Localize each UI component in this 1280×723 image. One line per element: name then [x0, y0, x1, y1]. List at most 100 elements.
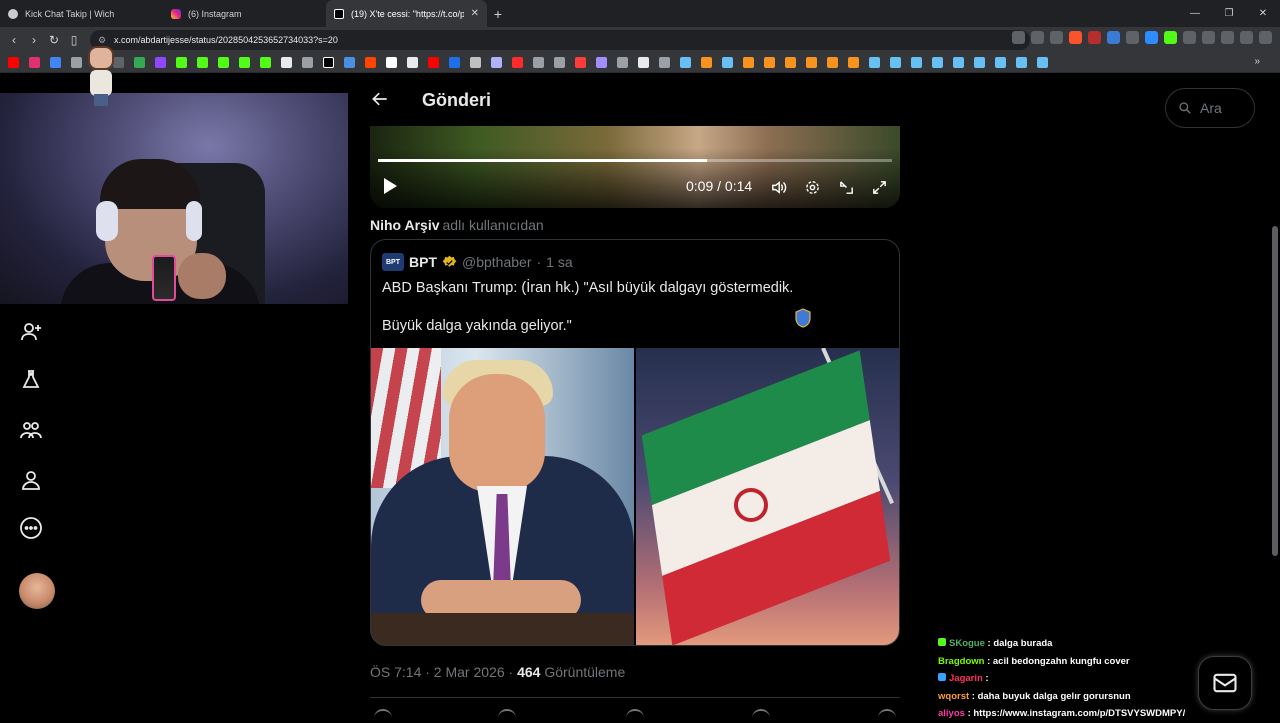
tab-x-post[interactable]: (19) X'te cessi: "https://t.co/pNh ✕ [326, 0, 487, 27]
instagram-icon[interactable] [29, 57, 40, 68]
media-icon[interactable] [1221, 31, 1234, 44]
site-settings-icon[interactable]: ⚙ [98, 35, 108, 46]
more-options-icon[interactable] [18, 515, 44, 541]
bookmark-icon[interactable] [806, 57, 817, 68]
post-timestamp[interactable]: ÖS 7:14 · 2 Mar 2026 · [370, 664, 513, 680]
kick-icon[interactable] [218, 57, 229, 68]
bookmark-icon[interactable] [743, 57, 754, 68]
drive-icon[interactable] [134, 57, 145, 68]
bookmark-icon[interactable] [764, 57, 775, 68]
kick-icon[interactable] [176, 57, 187, 68]
grok-flask-icon[interactable] [18, 367, 44, 393]
profile-icon[interactable] [18, 467, 44, 493]
iran-flag-photo[interactable] [636, 348, 899, 645]
kick-extension-icon[interactable] [1164, 31, 1177, 44]
minimize-icon[interactable]: — [1178, 0, 1212, 27]
quoted-author-handle[interactable]: @bpthaber [462, 254, 531, 270]
maximize-icon[interactable]: ❐ [1212, 0, 1246, 27]
fullscreen-icon[interactable] [870, 178, 888, 196]
bookmark-icon[interactable] [491, 57, 502, 68]
trump-photo[interactable] [371, 348, 634, 645]
forward-nav-icon[interactable]: › [24, 30, 44, 50]
tab-kick-chat[interactable]: Kick Chat Takip | Wich [0, 0, 163, 27]
bookmark-icon[interactable] [848, 57, 859, 68]
extension-icon[interactable] [1107, 31, 1120, 44]
bookmark-icon[interactable] [260, 57, 271, 68]
bookmark-icon[interactable] [470, 57, 481, 68]
bookmark-icon[interactable] [785, 57, 796, 68]
extension-icon[interactable] [1145, 31, 1158, 44]
bookmark-icon[interactable] [533, 57, 544, 68]
bookmark-icon[interactable] [239, 57, 250, 68]
bookmark-icon[interactable] [50, 57, 61, 68]
bookmark-icon[interactable] [596, 57, 607, 68]
bookmark-icon[interactable] [512, 57, 523, 68]
bookmark-icon[interactable] [617, 57, 628, 68]
profile-icon[interactable] [1240, 31, 1253, 44]
steam-icon[interactable] [932, 57, 943, 68]
zoom-icon[interactable] [1012, 31, 1025, 44]
twitch-icon[interactable] [155, 57, 166, 68]
quoted-post[interactable]: BPT BPT @bpthaber · 1 sa ABD Başkanı Tru… [370, 239, 900, 646]
extension-icon[interactable] [1126, 31, 1139, 44]
reddit-icon[interactable] [365, 57, 376, 68]
share-action-icon[interactable] [878, 709, 896, 719]
search-box[interactable]: Ara [1165, 88, 1255, 128]
sidebar-icon[interactable] [1202, 31, 1215, 44]
steam-icon[interactable] [953, 57, 964, 68]
play-icon[interactable] [382, 177, 398, 195]
new-tab-button[interactable]: + [487, 0, 509, 27]
folder-icon[interactable] [659, 57, 670, 68]
bookmark-icon[interactable] [554, 57, 565, 68]
tab-instagram[interactable]: (6) Instagram [163, 0, 326, 27]
settings-gear-icon[interactable] [803, 178, 821, 196]
menu-icon[interactable] [1259, 31, 1272, 44]
extension-icon[interactable] [1088, 31, 1101, 44]
x-logo-icon[interactable] [323, 57, 334, 68]
kick-icon[interactable] [197, 57, 208, 68]
reload-icon[interactable]: ↻ [44, 30, 64, 50]
steam-icon[interactable] [1037, 57, 1048, 68]
picture-in-picture-icon[interactable] [837, 178, 855, 196]
close-window-icon[interactable]: ✕ [1246, 0, 1280, 27]
bookmark-icon[interactable] [638, 57, 649, 68]
steam-icon[interactable] [890, 57, 901, 68]
address-bar[interactable]: ⚙ x.com/abdartijesse/status/202850425365… [90, 30, 1030, 50]
attribution-name[interactable]: Niho Arşiv [370, 217, 440, 233]
bookmark-icon[interactable] [71, 57, 82, 68]
bookmark-icon[interactable] [701, 57, 712, 68]
steam-icon[interactable] [974, 57, 985, 68]
anchor-icon[interactable] [281, 57, 292, 68]
cast-icon[interactable] [1031, 31, 1044, 44]
bpt-avatar[interactable]: BPT [382, 253, 404, 271]
reply-icon[interactable] [374, 709, 392, 719]
bookmark-icon[interactable] [344, 57, 355, 68]
quoted-post-time[interactable]: 1 sa [546, 254, 572, 270]
bookmark-icon[interactable] [575, 57, 586, 68]
repost-icon[interactable] [498, 709, 516, 719]
close-tab-icon[interactable]: ✕ [471, 8, 479, 19]
bookmark-icon[interactable] [827, 57, 838, 68]
youtube-icon[interactable] [8, 57, 19, 68]
steam-icon[interactable] [911, 57, 922, 68]
steam-icon[interactable] [722, 57, 733, 68]
steam-icon[interactable] [995, 57, 1006, 68]
bookmark-icon[interactable] [407, 57, 418, 68]
back-nav-icon[interactable]: ‹ [4, 30, 24, 50]
share-icon[interactable] [1050, 31, 1063, 44]
more-bookmarks-icon[interactable]: » [1254, 56, 1260, 67]
like-icon[interactable] [626, 709, 644, 719]
brave-shield-icon[interactable] [1069, 31, 1082, 44]
video-progress-bar[interactable] [378, 159, 892, 162]
puzzle-icon[interactable] [1183, 31, 1196, 44]
quoted-author-name[interactable]: BPT [409, 254, 437, 270]
scrollbar[interactable] [1272, 226, 1278, 556]
messages-button[interactable] [1198, 656, 1252, 710]
steam-icon[interactable] [680, 57, 691, 68]
back-arrow-icon[interactable] [368, 87, 392, 111]
bookmark-icon[interactable] [449, 57, 460, 68]
steam-icon[interactable] [869, 57, 880, 68]
bookmark-icon[interactable] [386, 57, 397, 68]
steam-icon[interactable] [1016, 57, 1027, 68]
volume-icon[interactable] [769, 178, 787, 196]
